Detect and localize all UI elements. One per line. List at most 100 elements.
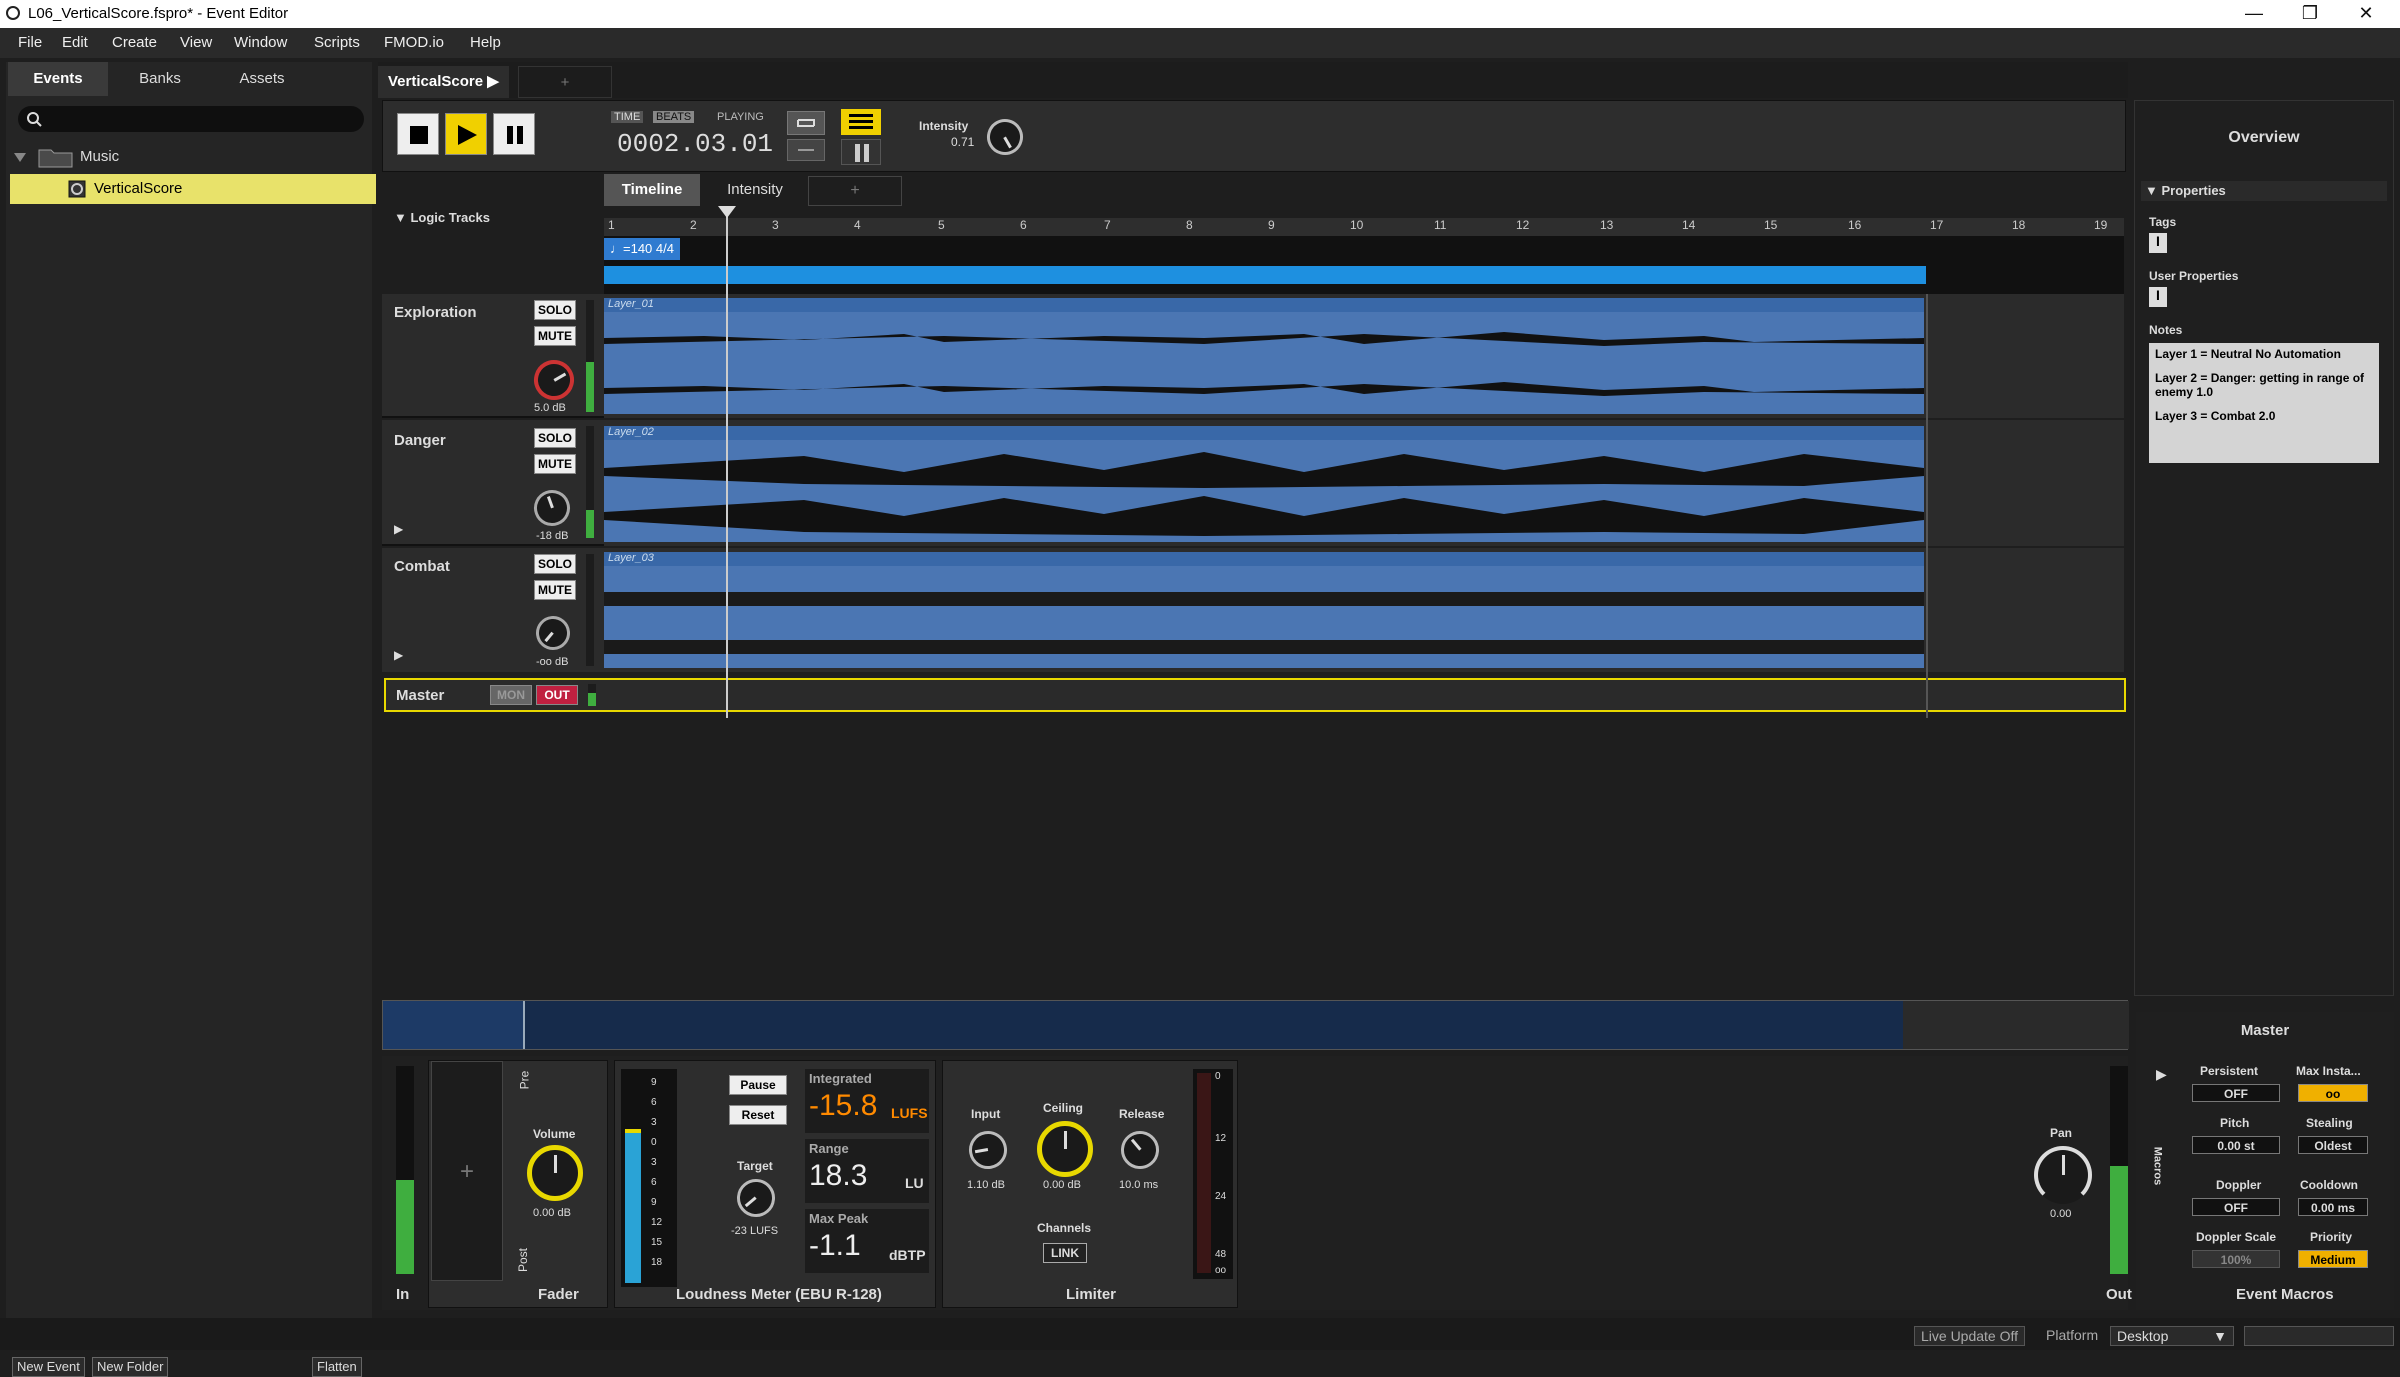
folder-row-music[interactable]: Music xyxy=(6,142,372,172)
region-layer-01[interactable]: Layer_01 xyxy=(604,298,1924,414)
search-input[interactable] xyxy=(18,106,364,132)
track-header-combat[interactable]: Combat SOLO MUTE -oo dB ▶ xyxy=(382,548,604,672)
note-line: Layer 3 = Combat 2.0 xyxy=(2155,409,2276,423)
flatten-button[interactable]: Flatten xyxy=(312,1357,362,1377)
mute-button[interactable]: MUTE xyxy=(534,454,576,474)
monitor-button[interactable]: MON xyxy=(490,685,532,705)
event-row-verticalscore[interactable]: VerticalScore xyxy=(10,174,376,204)
play-button[interactable] xyxy=(445,113,487,155)
region-layer-02[interactable]: Layer_02 xyxy=(604,426,1924,542)
master-track[interactable]: Master MON OUT xyxy=(384,678,2126,712)
fader-volume-knob[interactable] xyxy=(527,1145,583,1201)
macros-play-icon[interactable]: ▶ xyxy=(2156,1066,2167,1083)
intensity-knob[interactable] xyxy=(980,112,1030,162)
menu-window[interactable]: Window xyxy=(234,34,287,51)
doppler-scale-field[interactable]: 100% xyxy=(2192,1250,2280,1268)
stealing-dropdown[interactable]: Oldest xyxy=(2298,1136,2368,1154)
playhead[interactable] xyxy=(726,206,728,718)
range-label: Range xyxy=(809,1141,849,1156)
persistent-toggle[interactable]: OFF xyxy=(2192,1084,2280,1102)
volume-knob[interactable] xyxy=(526,352,582,408)
menu-help[interactable]: Help xyxy=(470,34,501,51)
tempo-marker[interactable]: ♩=140 4/4 xyxy=(604,238,680,260)
user-properties-edit-icon[interactable]: I xyxy=(2149,287,2167,307)
input-knob[interactable] xyxy=(965,1127,1011,1173)
live-update-toggle[interactable]: Live Update Off xyxy=(1914,1326,2026,1346)
meter-fill xyxy=(586,361,594,412)
menu-create[interactable]: Create xyxy=(112,34,157,51)
cooldown-field[interactable]: 0.00 ms xyxy=(2298,1198,2368,1216)
target-knob[interactable] xyxy=(729,1171,783,1225)
menu-view[interactable]: View xyxy=(180,34,212,51)
overview-viewport[interactable] xyxy=(383,1001,523,1049)
logic-tracks-header[interactable]: ▼ Logic Tracks xyxy=(394,210,490,225)
solo-button[interactable]: SOLO xyxy=(534,554,576,574)
platform-dropdown[interactable]: Desktop ▼ xyxy=(2110,1326,2234,1346)
collapse-triangle-icon[interactable] xyxy=(14,151,26,163)
menu-scripts[interactable]: Scripts xyxy=(314,34,360,51)
loudness-reset-button[interactable]: Reset xyxy=(729,1105,787,1125)
volume-value: -18 dB xyxy=(536,530,569,542)
expand-automation-icon[interactable]: ▶ xyxy=(394,522,403,536)
track-header-danger[interactable]: Danger SOLO MUTE -18 dB ▶ xyxy=(382,420,604,546)
timeline-overview-strip[interactable] xyxy=(382,1000,2129,1050)
menu-file[interactable]: File xyxy=(18,34,42,51)
tab-timeline[interactable]: Timeline xyxy=(604,174,700,206)
time-mode-toggle[interactable]: TIME xyxy=(611,111,644,123)
mute-button[interactable]: MUTE xyxy=(534,580,576,600)
volume-knob[interactable] xyxy=(528,484,576,532)
region-layer-03[interactable]: Layer_03 xyxy=(604,552,1924,668)
timeline-ruler[interactable]: 1 2 3 4 5 6 7 8 9 10 11 12 13 14 15 16 1… xyxy=(604,218,2124,236)
properties-header[interactable]: ▼ Properties xyxy=(2141,181,2387,201)
follow-playhead-button[interactable] xyxy=(787,139,825,161)
range-value: 18.3 xyxy=(809,1159,868,1192)
scale-tick: 18 xyxy=(651,1257,663,1268)
beats-mode-toggle[interactable]: BEATS xyxy=(653,111,695,123)
minimize-button[interactable]: — xyxy=(2226,0,2282,28)
tab-events[interactable]: Events xyxy=(8,62,108,96)
close-button[interactable]: ✕ xyxy=(2338,0,2394,28)
add-event-tab-button[interactable]: + xyxy=(518,66,612,98)
ruler-tick: 1 xyxy=(608,218,615,232)
tags-edit-icon[interactable]: I xyxy=(2149,233,2167,253)
toggle-deck-button[interactable] xyxy=(841,139,881,165)
doppler-label: Doppler xyxy=(2216,1178,2262,1192)
ceiling-knob[interactable] xyxy=(1037,1121,1093,1177)
toggle-tracks-button[interactable] xyxy=(841,109,881,135)
maximize-button[interactable]: ❐ xyxy=(2282,0,2338,28)
priority-dropdown[interactable]: Medium xyxy=(2298,1250,2368,1268)
volume-knob[interactable] xyxy=(529,609,577,657)
pause-button[interactable] xyxy=(493,113,535,155)
loop-button[interactable] xyxy=(787,111,825,135)
track-header-exploration[interactable]: Exploration SOLO MUTE 5.0 dB xyxy=(382,294,604,418)
menu-edit[interactable]: Edit xyxy=(62,34,88,51)
solo-button[interactable]: SOLO xyxy=(534,300,576,320)
notes-field[interactable]: Layer 1 = Neutral No Automation Layer 2 … xyxy=(2149,343,2379,463)
tab-banks[interactable]: Banks xyxy=(110,62,210,96)
playhead-marker-icon[interactable] xyxy=(718,206,736,220)
tab-intensity[interactable]: Intensity xyxy=(706,174,804,206)
expand-automation-icon[interactable]: ▶ xyxy=(394,648,403,662)
loop-region[interactable] xyxy=(604,266,1926,284)
doppler-toggle[interactable]: OFF xyxy=(2192,1198,2280,1216)
menu-fmodio[interactable]: FMOD.io xyxy=(384,34,444,51)
stop-button[interactable] xyxy=(397,113,439,155)
add-effect-button[interactable]: + xyxy=(431,1061,503,1281)
channels-link-button[interactable]: LINK xyxy=(1043,1243,1087,1263)
tab-event-verticalscore[interactable]: VerticalScore ▶ xyxy=(378,66,509,98)
new-folder-button[interactable]: New Folder xyxy=(92,1357,169,1377)
solo-button[interactable]: SOLO xyxy=(534,428,576,448)
release-knob[interactable] xyxy=(1113,1123,1167,1177)
tab-assets[interactable]: Assets xyxy=(212,62,312,96)
new-event-button[interactable]: New Event xyxy=(12,1357,85,1377)
loudness-pause-button[interactable]: Pause xyxy=(729,1075,787,1095)
max-peak-readout: Max Peak -1.1 dBTP xyxy=(805,1209,929,1273)
add-view-tab-button[interactable]: + xyxy=(808,176,902,206)
mute-button[interactable]: MUTE xyxy=(534,326,576,346)
output-button[interactable]: OUT xyxy=(536,685,578,705)
max-instances-field[interactable]: oo xyxy=(2298,1084,2368,1102)
pitch-field[interactable]: 0.00 st xyxy=(2192,1136,2280,1154)
master-label: Master xyxy=(396,687,445,704)
pan-knob[interactable] xyxy=(2034,1146,2092,1204)
limiter-panel: Input 1.10 dB Ceiling 0.00 dB Release 10… xyxy=(942,1060,1238,1308)
